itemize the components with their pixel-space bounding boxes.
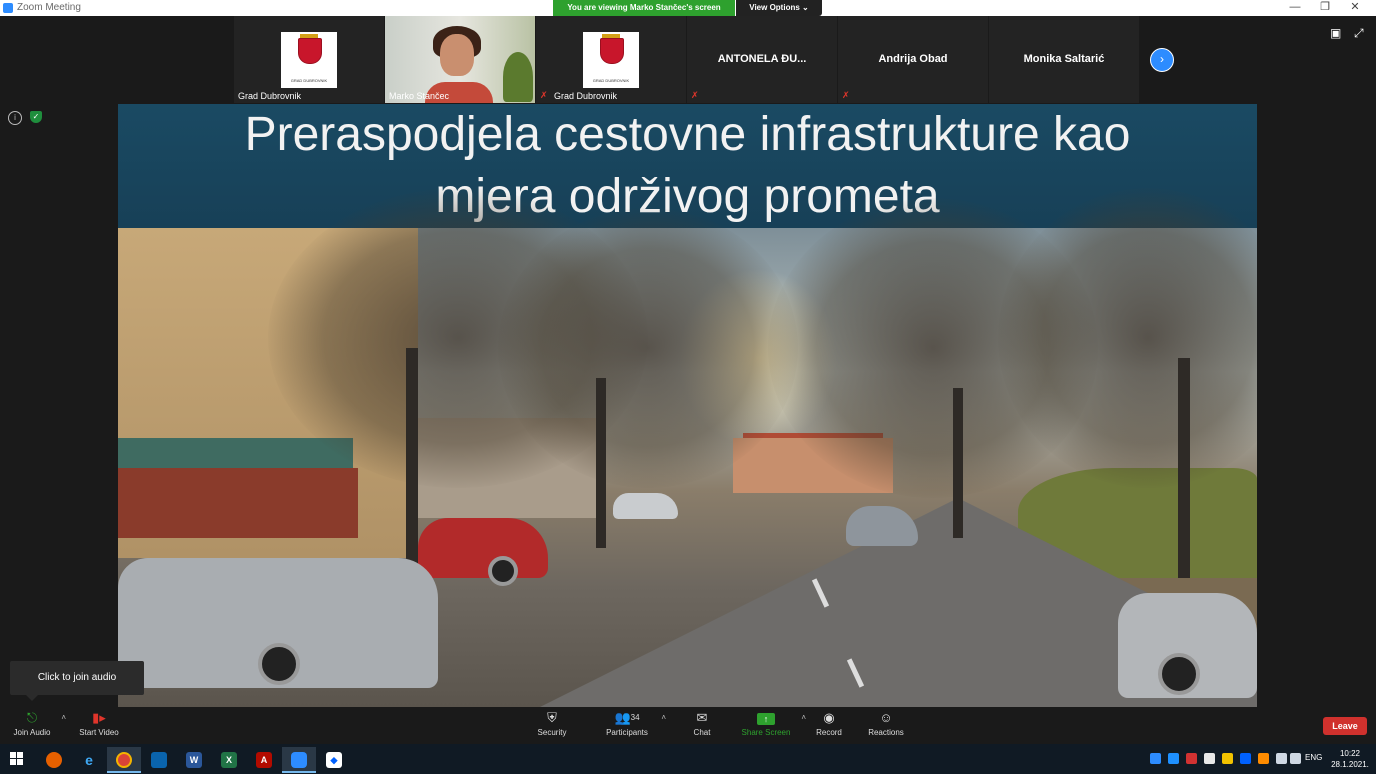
- street-photo: [118, 188, 1257, 707]
- participants-button[interactable]: 👥34 Participants ˄: [600, 710, 666, 738]
- tray-sync-icon[interactable]: [1168, 753, 1179, 764]
- tray-network-icon[interactable]: [1276, 753, 1287, 764]
- participants-count: 34: [630, 713, 640, 722]
- taskbar-word-icon[interactable]: W: [177, 747, 211, 773]
- mic-muted-icon: ✗: [540, 90, 548, 100]
- taskbar-dropbox-icon[interactable]: ◆: [317, 747, 351, 773]
- taskbar-chrome-icon[interactable]: [107, 747, 141, 773]
- participant-name: Andrija Obad: [878, 53, 948, 65]
- participant-tile[interactable]: Monika Saltarić: [989, 16, 1139, 103]
- taskbar-firefox-icon[interactable]: [37, 747, 71, 773]
- language-indicator[interactable]: ENG: [1305, 753, 1322, 762]
- tray-antivirus-icon[interactable]: [1222, 753, 1233, 764]
- participant-name: Monika Saltarić: [1023, 53, 1105, 65]
- video-off-icon: ▮▸: [92, 710, 106, 725]
- headphones-icon: ⎋: [26, 710, 38, 725]
- clock-time: 10:22: [1339, 749, 1361, 758]
- meeting-toolbar: ⎋ Join Audio ˄ ▮▸ Start Video ⛨ Security…: [0, 707, 1376, 744]
- view-options-label: View Options: [749, 3, 800, 12]
- chat-button[interactable]: ✉ Chat: [686, 710, 718, 738]
- share-screen-icon: ↑: [757, 713, 775, 725]
- viewing-banner: You are viewing Marko Stančec's screen: [553, 0, 735, 16]
- participants-caret-icon[interactable]: ˄: [661, 713, 666, 722]
- meeting-info-icons: i ✓: [8, 111, 42, 125]
- tray-zoom-icon[interactable]: [1150, 753, 1161, 764]
- join-audio-label: Join Audio: [13, 728, 51, 737]
- participant-strip: GRAD DUBROVNIK Grad Dubrovnik Marko Stan…: [234, 16, 1140, 103]
- restore-button[interactable]: ❐: [1310, 0, 1340, 16]
- fullscreen-icon[interactable]: ⤢: [1354, 26, 1364, 41]
- start-video-button[interactable]: ▮▸ Start Video: [76, 710, 122, 738]
- participant-tile[interactable]: GRAD DUBROVNIK ✗ Grad Dubrovnik: [536, 16, 686, 103]
- participant-video: [385, 16, 535, 103]
- audio-options-caret-icon[interactable]: ˄: [61, 713, 66, 722]
- chat-icon: ✉: [696, 710, 708, 725]
- gallery-layout-icon[interactable]: ▣: [1330, 26, 1341, 40]
- share-screen-button[interactable]: ↑ Share Screen ˄: [738, 711, 806, 737]
- slide-title-line1: Preraspodjela cestovne infrastrukture ka…: [244, 108, 1131, 161]
- share-screen-label: Share Screen: [741, 728, 791, 737]
- os-taskbar: e W X A ◆ ENG 10:22 28.1.2021.: [0, 744, 1376, 774]
- taskbar-zoom-icon[interactable]: [282, 747, 316, 773]
- join-audio-button[interactable]: ⎋ Join Audio ˄: [10, 710, 66, 738]
- tray-app-icon[interactable]: [1186, 753, 1197, 764]
- chat-label: Chat: [693, 728, 711, 737]
- app-title: Zoom Meeting: [3, 2, 81, 13]
- windows-start-icon[interactable]: [10, 752, 24, 766]
- participant-name: ANTONELA ĐU...: [717, 53, 807, 65]
- info-icon[interactable]: i: [8, 111, 22, 125]
- security-button[interactable]: ⛨ Security: [532, 710, 572, 738]
- participants-label: Participants: [606, 728, 648, 737]
- taskbar-excel-icon[interactable]: X: [212, 747, 246, 773]
- mic-muted-icon: ✗: [842, 90, 850, 100]
- taskbar-acrobat-icon[interactable]: A: [247, 747, 281, 773]
- system-clock[interactable]: 10:22 28.1.2021.: [1330, 748, 1370, 770]
- tray-update-icon[interactable]: [1258, 753, 1269, 764]
- mic-muted-icon: ✗: [691, 90, 699, 100]
- crest-logo: GRAD DUBROVNIK: [281, 32, 337, 88]
- tray-dropbox-icon[interactable]: [1240, 753, 1251, 764]
- encryption-shield-icon[interactable]: ✓: [30, 111, 42, 123]
- close-button[interactable]: ✕: [1340, 0, 1370, 16]
- reactions-icon: ☺: [879, 710, 893, 725]
- share-options-caret-icon[interactable]: ˄: [801, 713, 806, 722]
- participant-tile[interactable]: Andrija Obad ✗: [838, 16, 988, 103]
- shared-screen: Preraspodjela cestovne infrastrukture ka…: [118, 104, 1257, 707]
- participant-name: Grad Dubrovnik: [554, 91, 618, 101]
- taskbar-ie-icon[interactable]: e: [72, 747, 106, 773]
- zoom-logo-icon: [3, 2, 13, 13]
- participant-tile[interactable]: ANTONELA ĐU... ✗: [687, 16, 837, 103]
- participant-name: Marko Stančec: [389, 91, 450, 101]
- participants-icon: 👥34: [614, 710, 640, 725]
- tray-security-icon[interactable]: [1204, 753, 1215, 764]
- join-audio-tooltip: Click to join audio: [10, 661, 144, 701]
- participant-tile-active[interactable]: Marko Stančec: [385, 16, 535, 103]
- security-label: Security: [537, 728, 567, 737]
- record-label: Record: [816, 728, 842, 737]
- reactions-label: Reactions: [868, 728, 904, 737]
- chevron-down-icon: ⌄: [802, 3, 809, 12]
- participant-tile[interactable]: GRAD DUBROVNIK Grad Dubrovnik: [234, 16, 384, 103]
- leave-button[interactable]: Leave: [1323, 717, 1367, 735]
- window-title: Zoom Meeting: [17, 2, 81, 13]
- security-shield-icon: ⛨: [547, 710, 557, 725]
- crest-logo: GRAD DUBROVNIK: [583, 32, 639, 88]
- record-icon: ◉: [823, 710, 835, 725]
- tray-volume-icon[interactable]: [1290, 753, 1301, 764]
- clock-date: 28.1.2021.: [1331, 760, 1369, 769]
- start-video-label: Start Video: [79, 728, 119, 737]
- reactions-button[interactable]: ☺ Reactions: [864, 710, 908, 738]
- minimize-button[interactable]: —: [1280, 0, 1310, 16]
- taskbar-outlook-icon[interactable]: [142, 747, 176, 773]
- record-button[interactable]: ◉ Record: [812, 710, 846, 738]
- participant-name: Grad Dubrovnik: [238, 91, 302, 101]
- view-options-button[interactable]: View Options ⌄: [736, 0, 822, 16]
- next-page-arrow-icon[interactable]: ›: [1150, 48, 1174, 72]
